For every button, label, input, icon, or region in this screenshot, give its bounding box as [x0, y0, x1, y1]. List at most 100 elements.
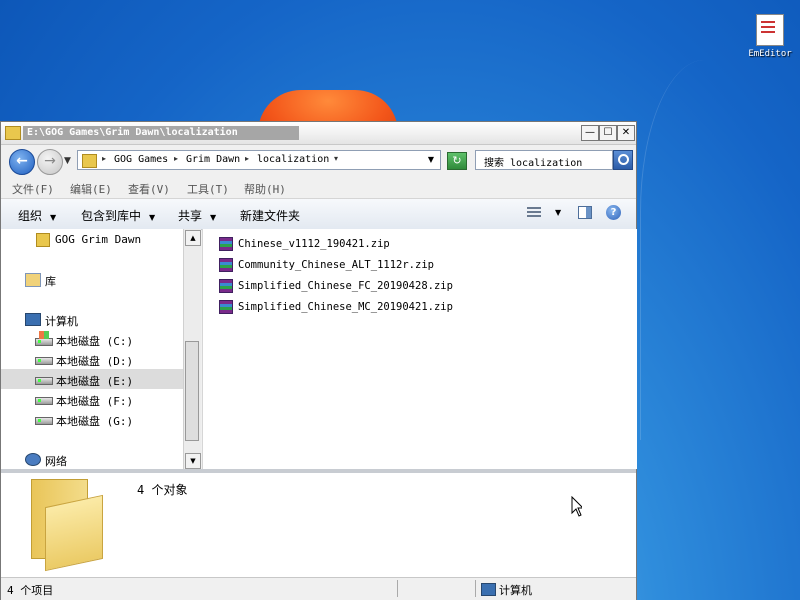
address-bar-area: ← → ▼ ▸ GOG Games ▸ Grim Dawn ▸ localiza… — [1, 144, 636, 176]
menu-view[interactable]: 查看(V) — [128, 181, 170, 197]
desktop-icon-label: EmEditor — [748, 49, 792, 59]
system-drive-icon — [35, 331, 53, 346]
chevron-down-icon[interactable]: ▸ — [102, 154, 106, 163]
nav-item-label: GOG Grim Dawn — [55, 233, 142, 246]
nav-item-label: 库 — [45, 275, 56, 288]
nav-item-label: 本地磁盘 (D:) — [56, 355, 134, 368]
menu-bar: 文件(F) 编辑(E) 查看(V) 工具(T) 帮助(H) — [1, 177, 636, 197]
nav-item-label: 计算机 — [45, 315, 78, 328]
window-title: E:\GOG Games\Grim Dawn\localization — [23, 126, 299, 140]
file-name: Simplified_Chinese_MC_20190421.zip — [238, 301, 453, 313]
computer-icon — [481, 583, 496, 596]
address-field[interactable]: ▸ GOG Games ▸ Grim Dawn ▸ localization ▾… — [77, 150, 441, 170]
include-library-label: 包含到库中 — [81, 209, 142, 223]
nav-item-label: 本地磁盘 (C:) — [56, 335, 134, 348]
nav-item-drive-f[interactable]: 本地磁盘 (F:) — [1, 389, 183, 409]
nav-item-libraries[interactable]: 库 — [1, 269, 183, 289]
status-location: 计算机 — [499, 584, 532, 597]
nav-item-drive-e[interactable]: 本地磁盘 (E:) — [1, 369, 183, 389]
view-options-dropdown[interactable]: ▼ — [555, 208, 561, 217]
zip-icon — [219, 279, 233, 293]
menu-help[interactable]: 帮助(H) — [244, 181, 286, 197]
menu-edit[interactable]: 编辑(E) — [70, 181, 112, 197]
navigation-pane: GOG Grim Dawn 库 计算机 本地磁盘 (C:) 本地磁盘 (D:) … — [1, 229, 183, 469]
nav-item-label: 本地磁盘 (G:) — [56, 415, 134, 428]
address-dropdown-icon[interactable]: ▼ — [428, 155, 434, 164]
change-view-icon[interactable] — [527, 207, 541, 219]
computer-icon — [25, 313, 41, 326]
status-bar: 4 个项目 计算机 — [1, 577, 636, 600]
menu-tools[interactable]: 工具(T) — [187, 181, 229, 197]
nav-item-drive-g[interactable]: 本地磁盘 (G:) — [1, 409, 183, 429]
explorer-window: E:\GOG Games\Grim Dawn\localization — ☐ … — [0, 121, 637, 600]
network-icon — [25, 453, 41, 466]
nav-item-gog-grim-dawn[interactable]: GOG Grim Dawn — [1, 229, 183, 249]
scroll-up-button[interactable]: ▲ — [185, 230, 201, 246]
breadcrumb-gog-games[interactable]: GOG Games — [114, 154, 168, 165]
drive-icon — [35, 357, 53, 365]
status-divider — [475, 580, 476, 597]
chevron-down-icon[interactable]: ▸ — [174, 154, 178, 163]
folder-icon — [5, 126, 21, 140]
breadcrumb-grim-dawn[interactable]: Grim Dawn — [186, 154, 240, 165]
wallpaper-line — [640, 60, 800, 440]
scroll-thumb[interactable] — [185, 341, 199, 441]
chevron-down-icon: ▼ — [50, 213, 57, 222]
drive-icon — [35, 417, 53, 425]
minimize-button[interactable]: — — [581, 125, 599, 141]
library-icon — [25, 273, 41, 287]
scroll-down-button[interactable]: ▼ — [185, 453, 201, 469]
file-list: Chinese_v1112_190421.zip Community_Chine… — [202, 229, 637, 469]
refresh-button[interactable]: ↻ — [447, 152, 467, 170]
file-name: Community_Chinese_ALT_1112r.zip — [238, 259, 434, 271]
search-placeholder: 搜索 localization — [484, 158, 583, 169]
back-button[interactable]: ← — [9, 149, 35, 175]
search-input[interactable]: 搜索 localization — [475, 150, 613, 170]
title-bar[interactable]: E:\GOG Games\Grim Dawn\localization — ☐ … — [1, 122, 636, 145]
chevron-down-icon: ▼ — [149, 213, 156, 222]
organize-button[interactable]: 组织 ▼ — [18, 207, 56, 224]
status-item-count: 4 个项目 — [7, 584, 54, 597]
details-pane: 4 个对象 — [1, 473, 636, 577]
recent-pages-dropdown[interactable]: ▼ — [64, 156, 71, 166]
chevron-down-icon[interactable]: ▸ — [245, 154, 249, 163]
help-icon[interactable]: ? — [606, 205, 621, 220]
nav-item-drive-c[interactable]: 本地磁盘 (C:) — [1, 329, 183, 349]
search-icon[interactable] — [613, 150, 633, 170]
folder-icon — [82, 154, 97, 168]
status-divider — [397, 580, 398, 597]
nav-item-drive-d[interactable]: 本地磁盘 (D:) — [1, 349, 183, 369]
nav-item-label: 本地磁盘 (F:) — [56, 395, 134, 408]
nav-scrollbar[interactable]: ▲ ▼ — [183, 229, 201, 469]
drive-icon — [35, 377, 53, 385]
emeditor-icon — [756, 14, 784, 46]
folder-icon — [36, 233, 50, 247]
maximize-button[interactable]: ☐ — [599, 125, 617, 141]
mouse-cursor-icon — [571, 496, 582, 517]
nav-item-computer[interactable]: 计算机 — [1, 309, 183, 329]
close-button[interactable]: ✕ — [617, 125, 635, 141]
share-button[interactable]: 共享 ▼ — [178, 207, 216, 224]
chevron-down-icon: ▼ — [210, 213, 217, 222]
nav-item-label: 本地磁盘 (E:) — [56, 375, 134, 388]
large-folder-icon — [31, 479, 103, 572]
command-bar: 组织 ▼ 包含到库中 ▼ 共享 ▼ 新建文件夹 ▼ ? — [1, 198, 636, 230]
include-library-button[interactable]: 包含到库中 ▼ — [81, 207, 155, 224]
file-name: Simplified_Chinese_FC_20190428.zip — [238, 280, 453, 292]
drive-icon — [35, 397, 53, 405]
file-name: Chinese_v1112_190421.zip — [238, 238, 390, 250]
zip-icon — [219, 300, 233, 314]
forward-button[interactable]: → — [37, 149, 63, 175]
chevron-down-icon[interactable]: ▾ — [334, 154, 338, 163]
zip-icon — [219, 237, 233, 251]
breadcrumb-localization[interactable]: localization — [257, 154, 329, 165]
preview-pane-icon[interactable] — [578, 206, 592, 219]
object-count: 4 个对象 — [137, 483, 188, 497]
new-folder-button[interactable]: 新建文件夹 — [240, 207, 300, 224]
nav-item-label: 网络 — [45, 455, 67, 468]
organize-label: 组织 — [18, 209, 43, 223]
share-label: 共享 — [178, 209, 203, 223]
nav-item-network[interactable]: 网络 — [1, 449, 183, 469]
menu-file[interactable]: 文件(F) — [12, 181, 54, 197]
desktop-icon-emeditor[interactable]: EmEditor — [742, 14, 798, 59]
